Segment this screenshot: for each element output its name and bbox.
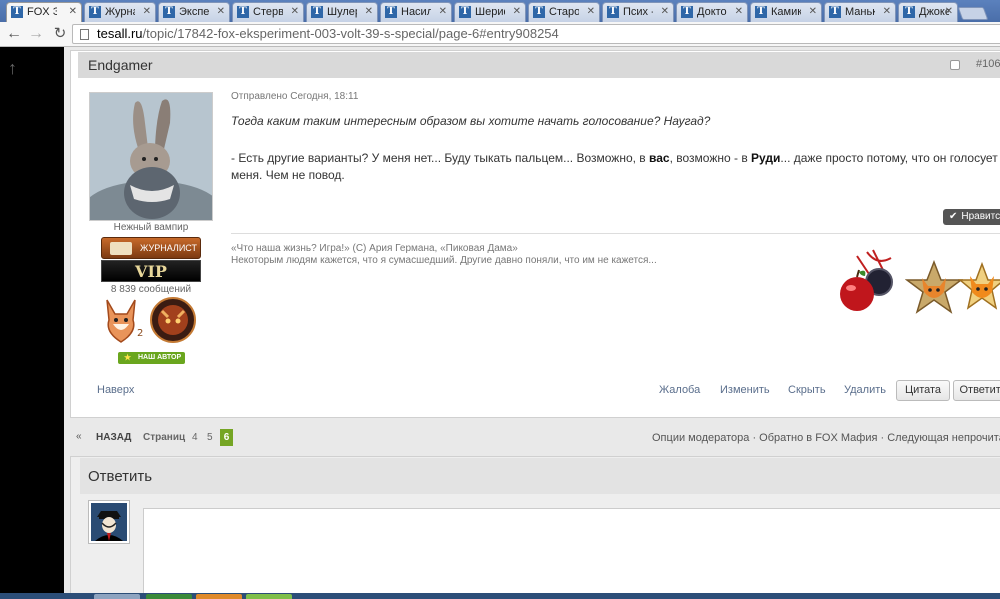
reply-button[interactable]: Ответить — [953, 380, 1000, 401]
like-button[interactable]: ✔Нравится — [943, 209, 1000, 225]
page-link[interactable]: 5 — [207, 432, 213, 443]
vip-badge: VIP — [101, 260, 201, 282]
moderator-links[interactable]: Опции модератора · Обратно в FOX Мафия ·… — [652, 432, 1000, 444]
report-link[interactable]: Жалоба — [659, 384, 700, 396]
user-title: Нежный вампир — [113, 222, 189, 233]
site-favicon-icon: T — [903, 6, 915, 18]
taskbar-item[interactable] — [146, 594, 192, 599]
post-header — [78, 52, 1000, 78]
browser-toolbar: ← → ↻ tesall.ru/topic/17842-fox-eksperim… — [0, 22, 1000, 47]
close-tab-icon[interactable]: ✕ — [735, 6, 743, 17]
posts-count: 8 839 сообщений — [110, 284, 192, 295]
post-date: Отправлено Сегодня, 18:11 — [231, 91, 359, 102]
close-tab-icon[interactable]: ✕ — [513, 6, 521, 17]
journalist-badge: ЖУРНАЛИСТ — [101, 237, 201, 259]
to-top-link[interactable]: Наверх — [97, 384, 134, 396]
reply-heading: Ответить — [88, 468, 153, 485]
close-tab-icon[interactable]: ✕ — [883, 6, 891, 17]
browser-tab-strip: TFOX Эк✕ TЖурна✕ TЭкспер✕ TСтерва✕ TШуле… — [0, 0, 1000, 22]
taskbar-item[interactable] — [94, 594, 140, 599]
apple-bomb-icon — [833, 248, 905, 320]
our-author-badge: ★ НАШ АВТОР — [118, 352, 185, 364]
browser-tab[interactable]: TЖурна✕ — [84, 2, 156, 22]
close-tab-icon[interactable]: ✕ — [661, 6, 669, 17]
close-tab-icon[interactable]: ✕ — [69, 6, 77, 17]
reload-icon[interactable]: ↻ — [50, 24, 70, 44]
delete-link[interactable]: Удалить — [844, 384, 886, 396]
edit-link[interactable]: Изменить — [720, 384, 770, 396]
browser-tab[interactable]: TШериф✕ — [454, 2, 526, 22]
site-favicon-icon: T — [533, 6, 545, 18]
post-author-name[interactable]: Endgamer — [88, 57, 153, 73]
left-sidebar-strip — [0, 47, 64, 599]
site-favicon-icon: T — [755, 6, 767, 18]
close-tab-icon[interactable]: ✕ — [587, 6, 595, 17]
browser-tab[interactable]: T Джоке ✕ — [898, 2, 958, 22]
author-avatar[interactable] — [89, 92, 213, 221]
fox-award-icon: 2 — [99, 296, 147, 346]
taskbar-item[interactable] — [196, 594, 242, 599]
close-tab-icon[interactable]: ✕ — [439, 6, 447, 17]
checkmark-icon: ✔ — [949, 211, 958, 222]
book-icon — [110, 242, 132, 255]
fox-star-icon — [904, 259, 964, 316]
signature-text: Некоторым людям кажется, что я сумасшедш… — [231, 255, 657, 266]
close-tab-icon[interactable]: ✕ — [143, 6, 151, 17]
prev-arrow-icon[interactable]: « — [76, 431, 82, 442]
site-favicon-icon: T — [385, 6, 397, 18]
browser-tab[interactable]: TЭкспер✕ — [158, 2, 230, 22]
address-bar[interactable]: tesall.ru/topic/17842-fox-eksperiment-00… — [72, 24, 1000, 44]
pagination-back-link[interactable]: НАЗАД — [96, 432, 131, 443]
back-arrow-icon[interactable]: ← — [4, 24, 24, 44]
reply-editor[interactable] — [143, 508, 1000, 599]
close-tab-icon[interactable]: ✕ — [217, 6, 225, 17]
browser-tab[interactable]: TШулер✕ — [306, 2, 378, 22]
browser-tab[interactable]: T Камик ✕ — [750, 2, 822, 22]
quote-button[interactable]: Цитата — [896, 380, 950, 401]
browser-tab[interactable]: TСтерва✕ — [232, 2, 304, 22]
current-page: 6 — [220, 429, 233, 446]
pagination-label[interactable]: Страниц — [143, 432, 185, 443]
post-text-line: Тогда каким таким интересным образом вы … — [231, 114, 711, 128]
site-favicon-icon: T — [459, 6, 471, 18]
browser-tab[interactable]: T Маньк ✕ — [824, 2, 896, 22]
site-favicon-icon: T — [89, 6, 101, 18]
svg-text:2: 2 — [137, 328, 143, 339]
site-favicon-icon: T — [829, 6, 841, 18]
signature-text: «Что наша жизнь? Игра!» (С) Ария Германа… — [231, 243, 518, 254]
current-user-avatar — [88, 500, 130, 544]
site-favicon-icon: T — [163, 6, 175, 18]
page-link[interactable]: 4 — [192, 432, 198, 443]
browser-tab[interactable]: TFOX Эк✕ — [6, 2, 82, 22]
fox-star-icon — [957, 261, 1000, 314]
post-number-link[interactable]: #106 — [976, 58, 1000, 70]
close-tab-icon[interactable]: ✕ — [365, 6, 373, 17]
post-select-checkbox[interactable] — [950, 60, 960, 70]
browser-tab[interactable]: TНасили✕ — [380, 2, 452, 22]
site-favicon-icon: T — [607, 6, 619, 18]
demon-award-icon — [150, 297, 196, 343]
close-tab-icon[interactable]: ✕ — [809, 6, 817, 17]
close-tab-icon[interactable]: ✕ — [291, 6, 299, 17]
close-tab-icon[interactable]: ✕ — [945, 6, 953, 17]
browser-tab[interactable]: TДоктор✕ — [676, 2, 748, 22]
signature-divider — [231, 233, 1000, 234]
reply-heading-bar — [80, 458, 1000, 494]
forward-arrow-icon[interactable]: → — [26, 24, 46, 44]
post-text-line: меня. Чем не повод. — [231, 168, 345, 182]
post-text-line: - Есть другие варианты? У меня нет... Бу… — [231, 151, 1000, 165]
page-icon — [80, 29, 89, 40]
hide-link[interactable]: Скрыть — [788, 384, 826, 396]
scroll-to-top-arrow-icon[interactable]: ↑ — [8, 58, 17, 79]
new-tab-button[interactable] — [957, 7, 989, 20]
site-favicon-icon: T — [681, 6, 693, 18]
site-favicon-icon: T — [11, 6, 23, 18]
taskbar-item[interactable] — [246, 594, 292, 599]
site-favicon-icon: T — [237, 6, 249, 18]
browser-tab[interactable]: T Псих - ✕ — [602, 2, 674, 22]
site-favicon-icon: T — [311, 6, 323, 18]
star-icon: ★ — [124, 353, 132, 362]
browser-tab[interactable]: T Старо ✕ — [528, 2, 600, 22]
